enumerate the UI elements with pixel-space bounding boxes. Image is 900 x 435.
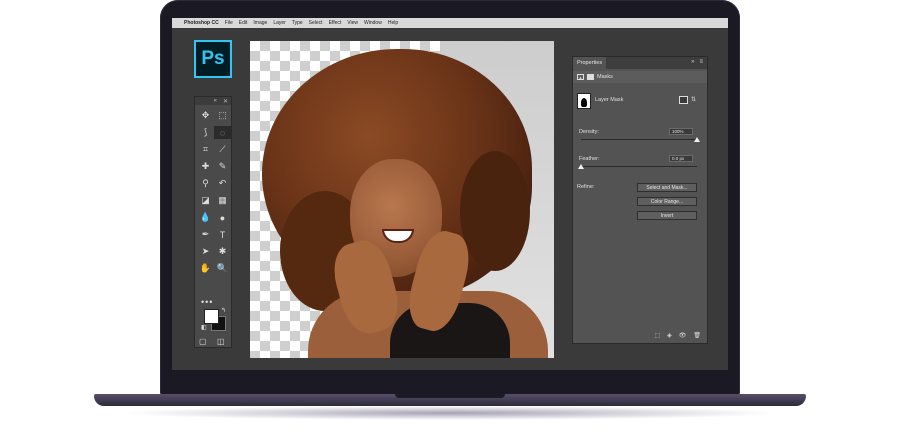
add-vector-mask-icon[interactable]: ⇅ — [691, 96, 700, 104]
apply-mask-icon[interactable]: ◈ — [667, 332, 672, 339]
tab-properties[interactable]: Properties — [573, 57, 607, 69]
feather-label: Feather: — [579, 156, 600, 162]
more-tools-icon[interactable]: ••• — [201, 297, 213, 307]
menu-app-name[interactable]: Photoshop CC — [184, 20, 219, 26]
brush-tool-icon[interactable]: ✎ — [214, 160, 231, 173]
menu-effect[interactable]: Effect — [329, 20, 342, 26]
vector-mask-icon[interactable] — [587, 74, 594, 80]
properties-panel: Properties » ≡ ▲ Masks Layer Mask ⇅ Dens… — [572, 56, 708, 344]
close-icon[interactable]: ✕ — [223, 98, 228, 105]
menu-edit[interactable]: Edit — [239, 20, 248, 26]
menu-image[interactable]: Image — [253, 20, 267, 26]
pixel-mask-icon[interactable]: ▲ — [577, 74, 584, 80]
document-canvas[interactable] — [250, 41, 554, 358]
photoshop-logo: Ps — [194, 40, 232, 78]
dodge-tool-icon[interactable]: ● — [214, 211, 231, 224]
collapse-icon[interactable]: « — [214, 98, 217, 104]
layer-mask-label: Layer Mask — [595, 97, 624, 103]
panel-menu-icon[interactable]: ≡ — [699, 59, 703, 65]
select-and-mask-button[interactable]: Select and Mask... — [637, 183, 697, 192]
quick-selection-tool-icon[interactable]: ◌ — [214, 126, 231, 139]
color-range-button[interactable]: Color Range... — [637, 197, 697, 206]
masks-header: ▲ Masks — [573, 71, 707, 83]
blur-tool-icon[interactable]: 💧 — [197, 211, 214, 224]
screen-mode-icon[interactable]: ◫ — [217, 337, 225, 346]
menu-file[interactable]: File — [225, 20, 233, 26]
menu-window[interactable]: Window — [364, 20, 382, 26]
tools-panel: « ✕ ✥ ⬚ ⟆ ◌ ⌗ ⟋ ✚ ✎ ⚲ ↶ ◪ ▦ 💧 ● ✒ T ➤ ✱ ✋ 🔍 ••• ↰ ◧ ▢ ◫ — [194, 96, 232, 348]
density-slider-track[interactable] — [581, 139, 697, 140]
menu-select[interactable]: Select — [309, 20, 323, 26]
layer-mask-thumbnail[interactable] — [577, 93, 591, 109]
history-brush-tool-icon[interactable]: ↶ — [214, 177, 231, 190]
hand-tool-icon[interactable]: ✋ — [197, 262, 214, 275]
add-pixel-mask-icon[interactable] — [679, 96, 688, 104]
photo-hair-right — [460, 151, 530, 271]
tools-grid: ✥ ⬚ ⟆ ◌ ⌗ ⟋ ✚ ✎ ⚲ ↶ ◪ ▦ 💧 ● ✒ T ➤ ✱ ✋ 🔍 — [197, 109, 231, 275]
marquee-tool-icon[interactable]: ⬚ — [214, 109, 231, 122]
density-label: Density: — [579, 129, 599, 135]
shape-tool-icon[interactable]: ✱ — [214, 245, 231, 258]
load-selection-icon[interactable]: ⬚ — [654, 332, 660, 339]
eraser-tool-icon[interactable]: ◪ — [197, 194, 214, 207]
path-selection-tool-icon[interactable]: ➤ — [197, 245, 214, 258]
foreground-color-swatch[interactable] — [204, 309, 219, 324]
tools-panel-header: « ✕ — [195, 97, 231, 105]
laptop-shadow — [120, 406, 780, 420]
density-slider-thumb[interactable] — [694, 137, 700, 142]
laptop-notch — [395, 394, 505, 398]
move-tool-icon[interactable]: ✥ — [197, 109, 214, 122]
menu-type[interactable]: Type — [292, 20, 303, 26]
trash-icon[interactable]: 🗑 — [693, 332, 701, 339]
crop-tool-icon[interactable]: ⌗ — [197, 143, 214, 156]
masks-label: Masks — [597, 74, 613, 80]
clone-stamp-tool-icon[interactable]: ⚲ — [197, 177, 214, 190]
menu-layer[interactable]: Layer — [273, 20, 286, 26]
gradient-tool-icon[interactable]: ▦ — [214, 194, 231, 207]
visibility-icon[interactable]: 👁 — [679, 332, 687, 339]
healing-brush-tool-icon[interactable]: ✚ — [197, 160, 214, 173]
eyedropper-tool-icon[interactable]: ⟋ — [214, 143, 231, 156]
refine-label: Refine: — [577, 184, 595, 190]
properties-tabbar: Properties » ≡ — [573, 57, 707, 69]
menu-view[interactable]: View — [347, 20, 358, 26]
menu-bar: Photoshop CC File Edit Image Layer Type … — [172, 18, 728, 28]
properties-footer: ⬚ ◈ 👁 🗑 — [654, 332, 701, 339]
default-colors-icon[interactable]: ◧ — [201, 324, 207, 331]
quick-mask-icon[interactable]: ▢ — [199, 337, 207, 346]
lasso-tool-icon[interactable]: ⟆ — [197, 126, 214, 139]
type-tool-icon[interactable]: T — [214, 228, 231, 241]
feather-input[interactable]: 0.0 px — [669, 155, 693, 162]
density-input[interactable]: 100% — [669, 128, 693, 135]
feather-slider-thumb[interactable] — [578, 164, 584, 169]
invert-button[interactable]: Invert — [637, 211, 697, 220]
collapse-panel-icon[interactable]: » — [691, 59, 694, 65]
zoom-tool-icon[interactable]: 🔍 — [214, 262, 231, 275]
menu-help[interactable]: Help — [388, 20, 398, 26]
laptop-screen: Photoshop CC File Edit Image Layer Type … — [172, 18, 728, 370]
feather-slider-track[interactable] — [581, 166, 697, 167]
swap-colors-icon[interactable]: ↰ — [221, 307, 226, 314]
pen-tool-icon[interactable]: ✒ — [197, 228, 214, 241]
